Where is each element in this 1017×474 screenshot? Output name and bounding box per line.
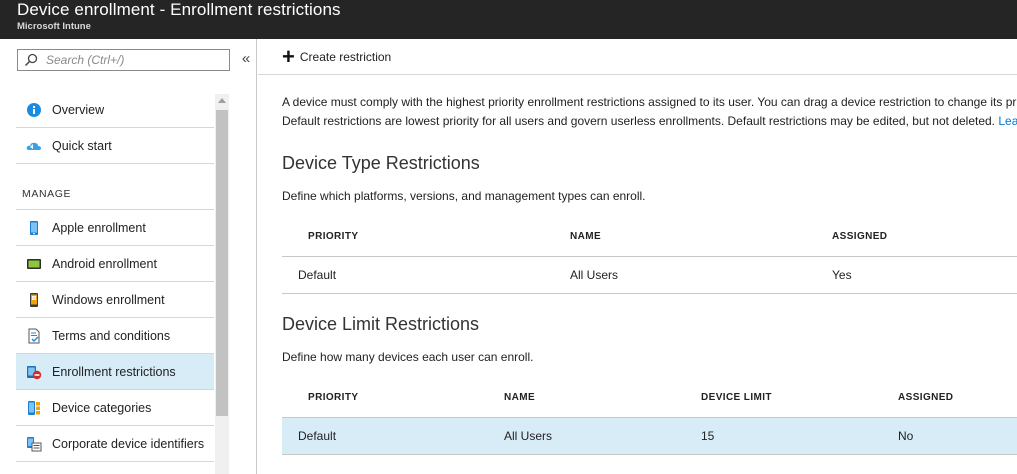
sidebar-item-label: Android enrollment [52, 256, 157, 271]
cell-priority: Default [282, 256, 544, 294]
title-bar: Device enrollment - Enrollment restricti… [0, 0, 1017, 39]
description-line-1: A device must comply with the highest pr… [282, 95, 1017, 109]
cell-name: All Users [544, 256, 806, 294]
phone-icon [30, 220, 38, 235]
collapse-sidebar-button[interactable]: « [238, 49, 254, 69]
cell-assigned: No [872, 417, 1017, 455]
document-check-icon [28, 328, 40, 343]
sidebar-item-device-categories[interactable]: Device categories [16, 390, 214, 426]
cell-name: All Users [478, 417, 675, 455]
learn-more-link[interactable]: Lea [998, 114, 1017, 128]
column-header-assigned[interactable]: ASSIGNED [806, 218, 1017, 257]
windows-device-icon [30, 292, 38, 307]
plus-icon: + [282, 44, 295, 69]
device-type-restrictions-title: Device Type Restrictions [282, 153, 480, 173]
sidebar-item-label: Corporate device identifiers [52, 436, 205, 451]
description-line-2: Default restrictions are lowest priority… [282, 112, 1017, 131]
device-type-restrictions-table: PRIORITY NAME ASSIGNED Default All Users… [282, 218, 1017, 294]
cell-priority: Default [282, 417, 478, 455]
sidebar-item-apple-enrollment[interactable]: Apple enrollment [16, 210, 214, 246]
search-icon [24, 53, 38, 67]
main-content: + Create restriction A device must compl… [258, 39, 1017, 474]
page-title: Device enrollment - Enrollment restricti… [17, 0, 341, 19]
search-box[interactable] [17, 49, 230, 71]
table-header-row: PRIORITY NAME ASSIGNED [282, 218, 1017, 257]
column-header-priority[interactable]: PRIORITY [282, 218, 544, 257]
description-line-2-text: Default restrictions are lowest priority… [282, 114, 999, 128]
tablet-icon [27, 258, 41, 269]
command-bar: + Create restriction [258, 39, 1017, 75]
sidebar-item-label: Enrollment restrictions [52, 364, 176, 379]
sidebar-item-overview[interactable]: Overview [16, 92, 214, 128]
column-header-device-limit[interactable]: DEVICE LIMIT [675, 379, 872, 418]
sidebar-item-android-enrollment[interactable]: Android enrollment [16, 246, 214, 282]
sidebar-item-terms-and-conditions[interactable]: Terms and conditions [16, 318, 214, 354]
sidebar-item-label: Overview [52, 102, 105, 117]
column-header-name[interactable]: NAME [544, 218, 806, 257]
column-header-priority[interactable]: PRIORITY [282, 379, 478, 418]
page-subtitle: Microsoft Intune [17, 21, 91, 32]
table-header-row: PRIORITY NAME DEVICE LIMIT ASSIGNED [282, 379, 1017, 418]
cell-device-limit: 15 [675, 417, 872, 455]
sidebar-item-quick-start[interactable]: Quick start [16, 128, 214, 164]
restriction-icon [27, 365, 42, 379]
scroll-up-icon[interactable] [218, 98, 226, 103]
description: A device must comply with the highest pr… [282, 93, 1017, 131]
cell-assigned: Yes [806, 256, 1017, 294]
sidebar-item-label: Quick start [52, 138, 112, 153]
column-header-assigned[interactable]: ASSIGNED [872, 379, 1017, 418]
sidebar-nav: Overview Quick start MANAGE Apple enroll… [16, 92, 214, 462]
sidebar: « Overview Quick start MANAGE App [0, 39, 257, 474]
table-row[interactable]: Default All Users Yes [282, 256, 1017, 294]
device-type-restrictions-subtitle: Define which platforms, versions, and ma… [282, 189, 646, 203]
device-limit-restrictions-title: Device Limit Restrictions [282, 314, 480, 334]
sidebar-item-label: Windows enrollment [52, 292, 165, 307]
column-header-name[interactable]: NAME [478, 379, 675, 418]
search-input[interactable] [46, 52, 226, 68]
sidebar-item-label: Device categories [52, 400, 152, 415]
sidebar-item-windows-enrollment[interactable]: Windows enrollment [16, 282, 214, 318]
device-limit-restrictions-subtitle: Define how many devices each user can en… [282, 350, 534, 364]
identifiers-icon [27, 436, 42, 451]
categories-icon [28, 400, 40, 415]
sidebar-item-enrollment-restrictions[interactable]: Enrollment restrictions [16, 354, 214, 390]
sidebar-item-label: Terms and conditions [52, 328, 171, 343]
create-restriction-button[interactable]: + Create restriction [282, 44, 392, 69]
table-row[interactable]: Default All Users 15 No [282, 417, 1017, 455]
scroll-thumb[interactable] [216, 110, 228, 416]
section-header-manage: MANAGE [16, 164, 214, 210]
create-restriction-label: Create restriction [299, 50, 392, 64]
cloud-icon [26, 142, 41, 150]
sidebar-item-corporate-device-identifiers[interactable]: Corporate device identifiers [16, 426, 214, 462]
info-icon [27, 102, 41, 117]
sidebar-item-label: Apple enrollment [52, 220, 146, 235]
device-limit-restrictions-table: PRIORITY NAME DEVICE LIMIT ASSIGNED Defa… [282, 379, 1017, 455]
sidebar-scrollbar[interactable] [215, 94, 229, 474]
